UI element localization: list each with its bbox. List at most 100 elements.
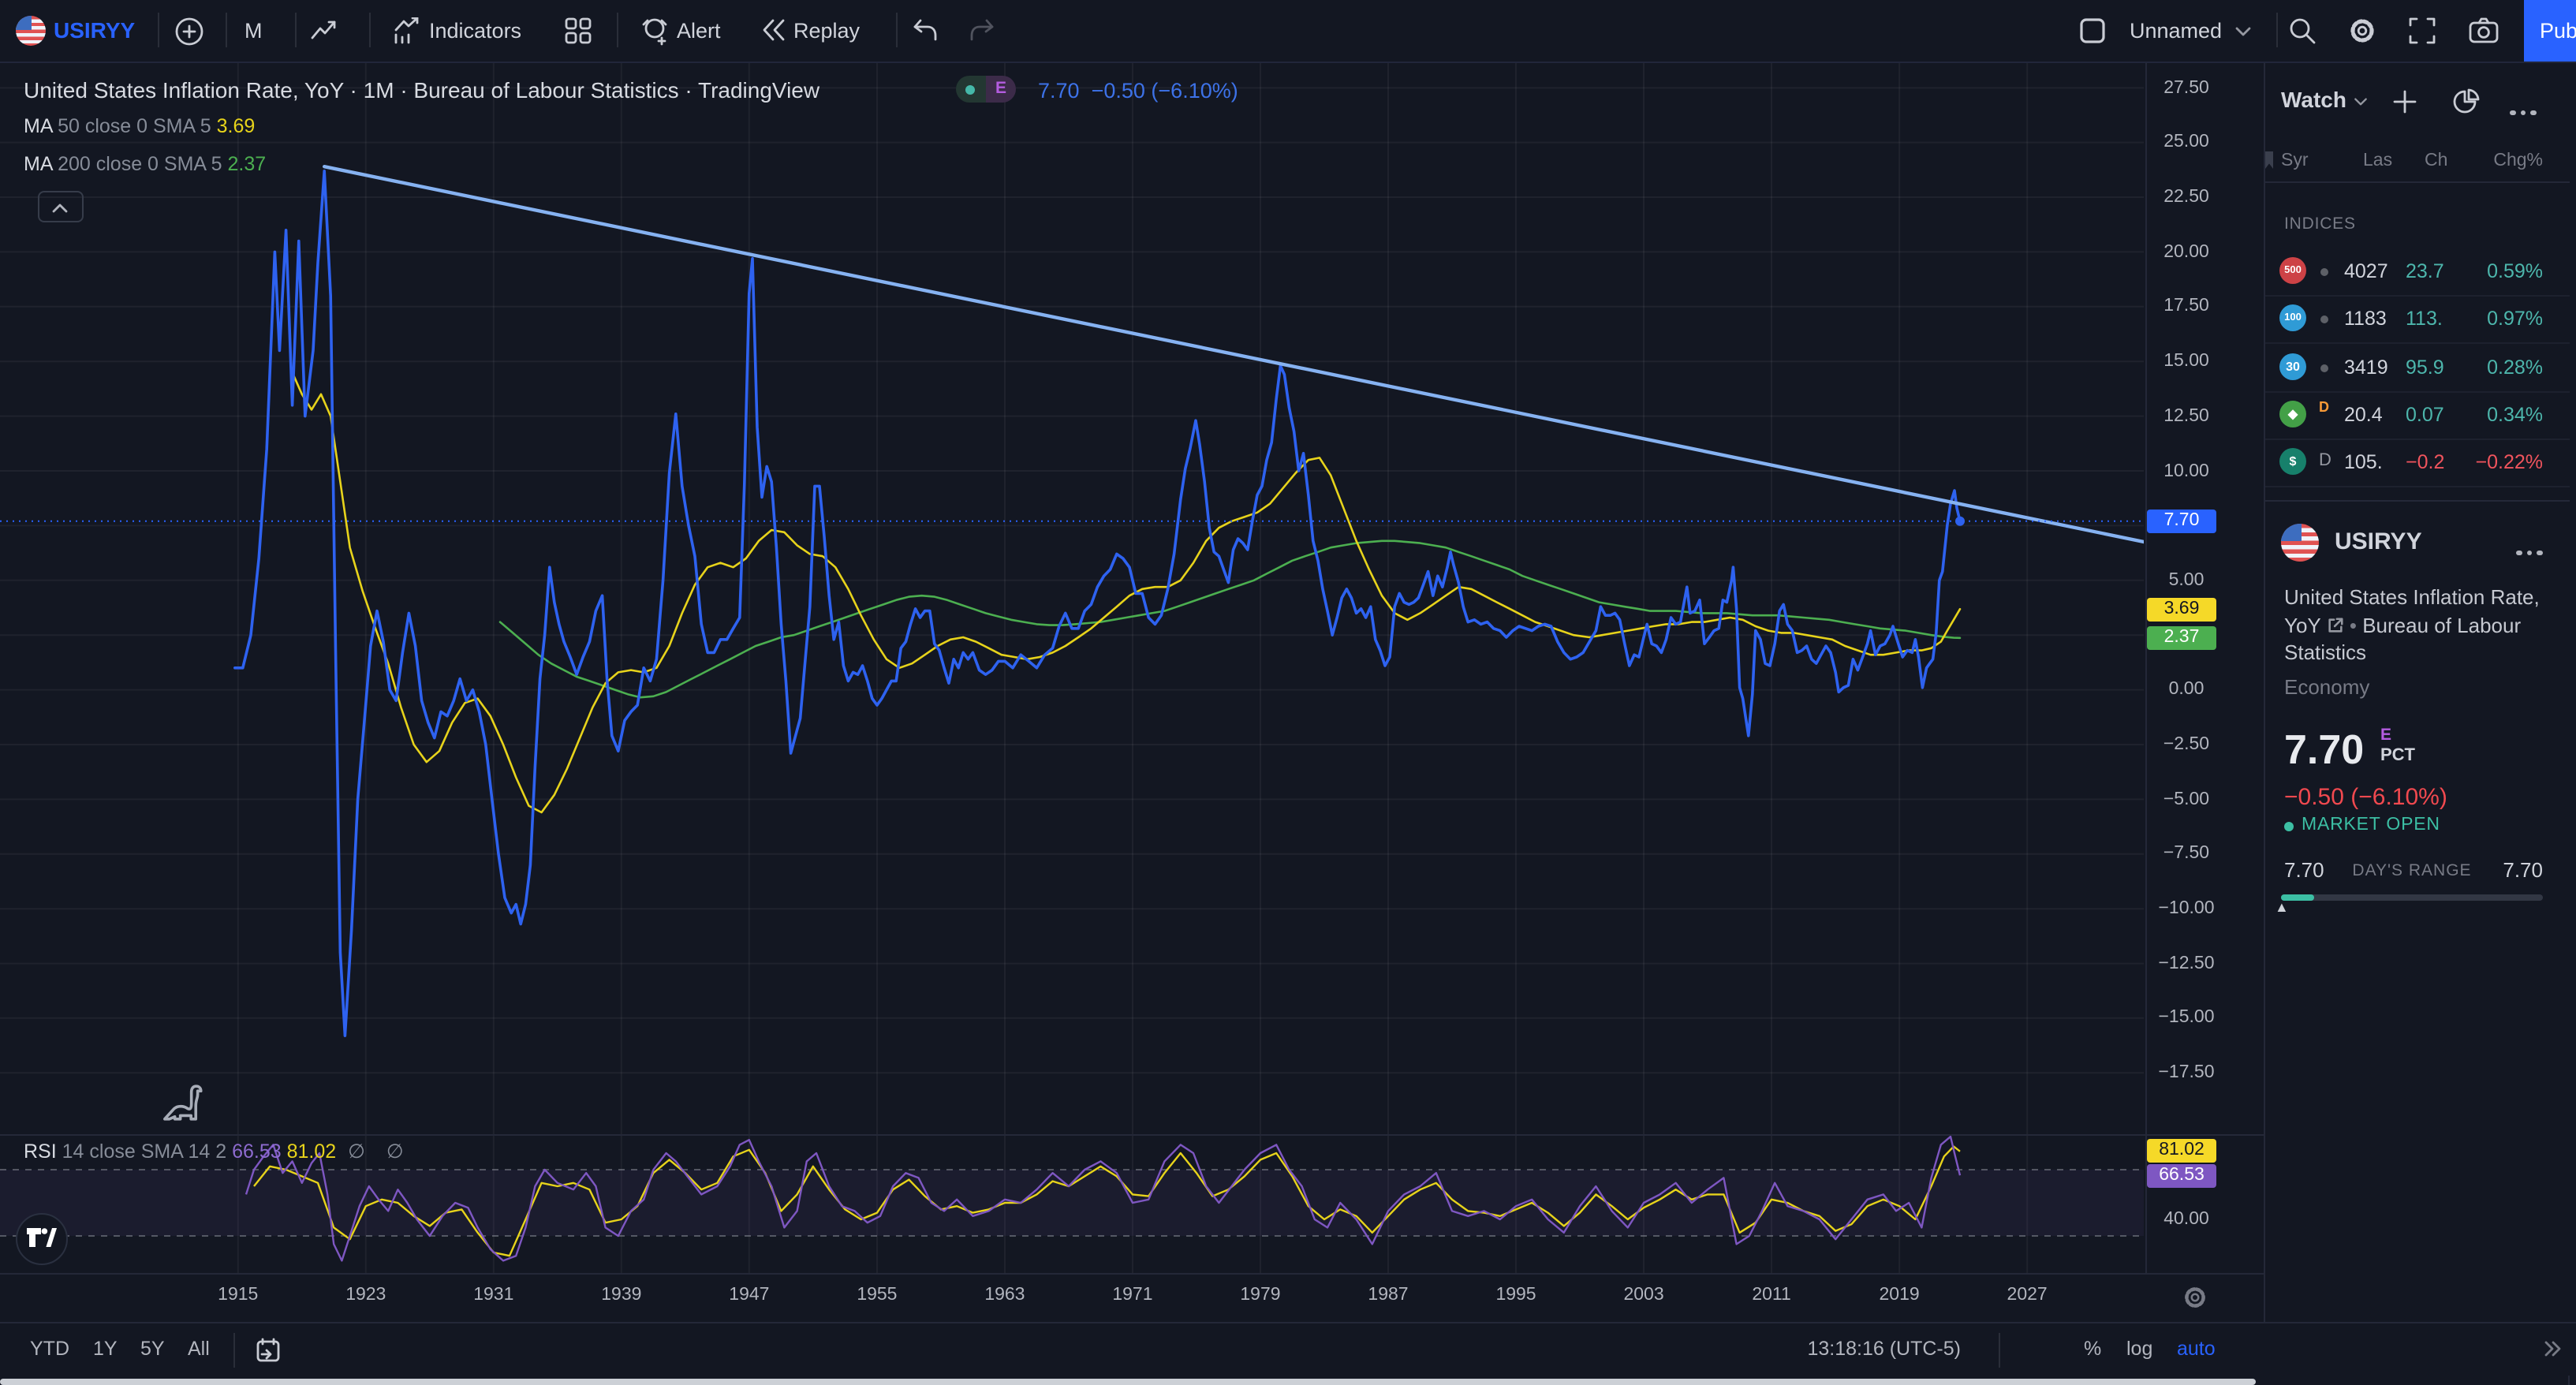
watchlist-row[interactable]: 500402723.70.59% (2265, 248, 2570, 297)
symbol-button[interactable]: USIRYY (54, 0, 135, 62)
price-axis-label: −15.00 (2145, 1007, 2227, 1029)
watchlist-row[interactable]: $D105.−0.2−0.22% (2265, 439, 2570, 487)
time-axis-label: 1971 (1085, 1286, 1180, 1305)
rsi-ma-value: 81.02 (287, 1140, 337, 1163)
replay-icon[interactable] (762, 19, 786, 41)
fullscreen-icon[interactable] (2409, 17, 2436, 44)
symbol-logo: 100 (2279, 305, 2306, 332)
tradingview-logo[interactable] (16, 1213, 68, 1265)
expand-panel-icon[interactable] (2543, 1339, 2562, 1358)
card-flag-icon (2281, 524, 2319, 562)
watchlist-title[interactable]: Watch (2281, 87, 2346, 112)
axis-settings-gear-icon[interactable] (2183, 1286, 2207, 1309)
auto-scale-button[interactable]: auto (2177, 1323, 2216, 1376)
legend-ma200-row[interactable]: MA 200 close 0 SMA 5 2.37 (24, 152, 266, 174)
add-symbol-icon[interactable] (2393, 90, 2417, 114)
log-scale-button[interactable]: log (2126, 1323, 2152, 1376)
market-status-dot (2320, 364, 2328, 371)
symbol-logo: 500 (2279, 257, 2306, 284)
ma200-value: 2.37 (228, 152, 267, 174)
pie-chart-icon[interactable] (2453, 88, 2480, 115)
alert-button[interactable]: Alert (677, 0, 721, 62)
market-open-dot (965, 84, 975, 94)
time-axis-label: 2011 (1724, 1286, 1819, 1305)
watchlist-menu-icon[interactable] (2505, 98, 2536, 120)
price-label-badge[interactable]: 2.37 (2147, 626, 2216, 650)
column-symbol[interactable]: Syr (2281, 151, 2309, 170)
range-1y-button[interactable]: 1Y (93, 1323, 118, 1376)
percent-scale-button[interactable]: % (2084, 1323, 2101, 1376)
undo-icon[interactable] (912, 17, 939, 43)
rsi-label-badge[interactable]: 66.53 (2147, 1163, 2216, 1187)
layout-name-button[interactable]: Unnamed (2130, 0, 2222, 62)
layout-grid-icon[interactable] (565, 17, 592, 44)
market-status: MARKET OPEN (2302, 816, 2440, 834)
column-chgp[interactable]: Chg% (2485, 151, 2543, 170)
search-icon[interactable] (2289, 17, 2316, 44)
change-percent: 0.28% (2451, 356, 2543, 378)
price-label-badge[interactable]: 3.69 (2147, 597, 2216, 621)
series-ma-50[interactable] (293, 372, 1960, 812)
settings-gear-icon[interactable] (2349, 17, 2376, 44)
legend-ma50-row[interactable]: MA 50 close 0 SMA 5 3.69 (24, 115, 255, 137)
rsi-label-badge[interactable]: 81.02 (2147, 1140, 2216, 1163)
delayed-data-flag: D (2319, 451, 2331, 470)
time-axis-label: 2003 (1596, 1286, 1691, 1305)
price-axis-label: 10.00 (2145, 460, 2227, 482)
compare-add-icon[interactable] (175, 17, 203, 46)
alert-icon[interactable] (640, 16, 670, 46)
price-axis-border (2145, 62, 2147, 1273)
chevron-down-icon[interactable] (2235, 27, 2251, 36)
goto-date-icon[interactable] (256, 1338, 281, 1363)
column-chg[interactable]: Ch (2425, 151, 2447, 170)
redo-icon[interactable] (969, 17, 995, 43)
flag-column-icon[interactable] (2265, 151, 2273, 169)
indicators-button[interactable]: Indicators (429, 0, 521, 62)
publish-button[interactable]: Pub (2524, 0, 2576, 62)
time-axis-label: 1995 (1469, 1286, 1563, 1305)
trendline-drawing[interactable] (324, 166, 2144, 542)
time-axis[interactable]: 1915192319311939194719551963197119791987… (0, 1273, 2264, 1322)
range-ytd-button[interactable]: YTD (30, 1323, 69, 1376)
watchlist-row[interactable]: 30341995.90.28% (2265, 343, 2570, 392)
price-axis-label: −5.00 (2145, 788, 2227, 810)
replay-button[interactable]: Replay (793, 0, 860, 62)
price-axis-label: 20.00 (2145, 241, 2227, 263)
dino-icon[interactable] (161, 1079, 207, 1125)
screenshot-camera-icon[interactable] (2469, 17, 2499, 44)
indicators-icon[interactable] (393, 17, 421, 44)
time-axis-label: 1947 (702, 1286, 797, 1305)
price-axis-label: 22.50 (2145, 186, 2227, 208)
last-price: 20.4 (2344, 404, 2407, 426)
legend-collapse-button[interactable] (38, 191, 84, 222)
card-menu-icon[interactable] (2511, 538, 2542, 560)
legend-title-row[interactable]: United States Inflation Rate, YoY · 1M ·… (24, 77, 819, 103)
chevron-down-icon[interactable] (2354, 98, 2368, 106)
rsi-legend-row[interactable]: RSI 14 close SMA 14 2 66.53 81.02 ∅ ∅ (24, 1139, 412, 1163)
price-label-badge[interactable]: 7.70 (2147, 510, 2216, 533)
clock[interactable]: 13:18:16 (UTC-5) (1767, 1323, 1961, 1376)
last-price: 4027 (2344, 260, 2407, 282)
time-axis-label: 1963 (958, 1286, 1052, 1305)
time-axis-border (0, 1273, 2264, 1275)
interval-button[interactable]: M (245, 0, 263, 62)
pane-separator[interactable] (0, 1134, 2264, 1136)
range-5y-button[interactable]: 5Y (140, 1323, 165, 1376)
delayed-data-flag: D (2319, 399, 2329, 415)
rsi-hidden-values: ∅ ∅ (348, 1140, 412, 1163)
price-chart[interactable] (0, 0, 2144, 1322)
watchlist-row[interactable]: ◆D20.40.070.34% (2265, 391, 2570, 440)
layout-select-icon[interactable] (2079, 17, 2106, 44)
column-last[interactable]: Las (2363, 151, 2392, 170)
watchlist-section-label[interactable]: INDICES (2284, 215, 2356, 233)
card-sector[interactable]: Economy (2284, 675, 2369, 699)
last-price: 3419 (2344, 356, 2407, 378)
external-link-icon[interactable] (2327, 616, 2344, 633)
price-axis[interactable]: 27.5025.0022.5020.0017.5015.0012.5010.00… (2145, 62, 2261, 1273)
time-axis-label: 2027 (1980, 1286, 2074, 1305)
market-status-pill[interactable]: E (956, 76, 1016, 103)
chart-type-icon[interactable] (311, 19, 338, 43)
watchlist-row[interactable]: 1001183113.0.97% (2265, 296, 2570, 345)
range-all-button[interactable]: All (188, 1323, 210, 1376)
card-symbol[interactable]: USIRYY (2335, 528, 2422, 555)
